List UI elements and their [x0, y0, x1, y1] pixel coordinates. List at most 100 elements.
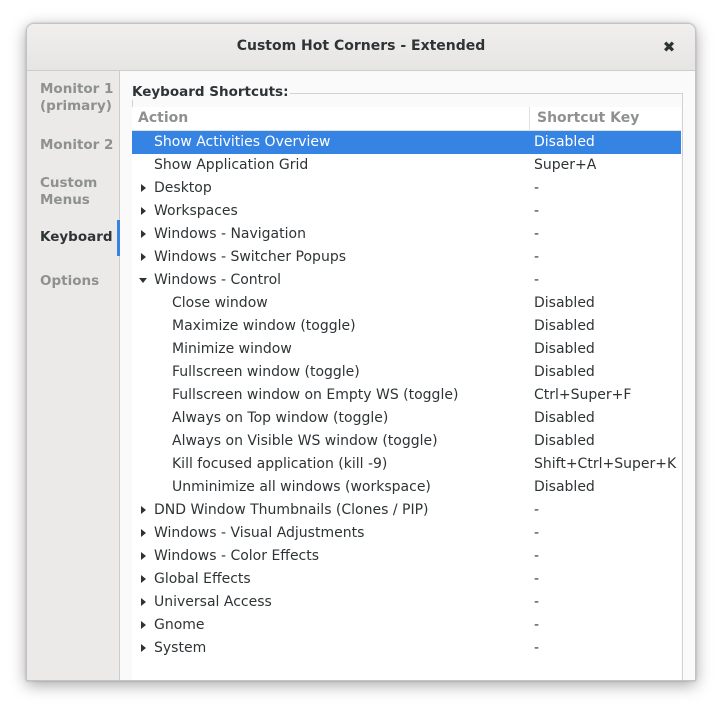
tree-row[interactable]: Kill focused application (kill -9) Shift+… [132, 453, 681, 476]
tree-row[interactable]: Windows - Navigation - [132, 223, 681, 246]
keyboard-page: Keyboard Shortcuts: Action Shortcut Key … [120, 71, 695, 680]
row-shortcut-key[interactable]: Disabled [534, 338, 595, 361]
close-icon[interactable]: ✖ [657, 35, 681, 59]
sidebar-item-monitor-2[interactable]: Monitor 2 [27, 137, 119, 154]
row-shortcut-key[interactable]: Disabled [534, 315, 595, 338]
tree-row[interactable]: Show Activities Overview Disabled [132, 131, 681, 154]
row-action-label: Show Application Grid [154, 157, 309, 173]
row-shortcut-key[interactable]: - [534, 499, 539, 522]
row-shortcut-key[interactable]: - [534, 223, 539, 246]
tree-row[interactable]: Windows - Control - [132, 269, 681, 292]
tree-row[interactable]: Workspaces - [132, 200, 681, 223]
row-shortcut-key[interactable]: Disabled [534, 476, 595, 499]
expander-collapsed-icon[interactable] [138, 499, 150, 522]
tree-row[interactable]: Global Effects - [132, 568, 681, 591]
expander-collapsed-icon[interactable] [138, 568, 150, 591]
row-action-label: Show Activities Overview [154, 134, 331, 150]
triangle-right-icon [141, 552, 146, 560]
row-action-label: Workspaces [154, 203, 238, 219]
expander-expanded-icon[interactable] [138, 269, 150, 292]
expander-collapsed-icon[interactable] [138, 200, 150, 223]
sidebar: Monitor 1 (primary) Monitor 2 Custom Men… [27, 71, 120, 680]
triangle-right-icon [141, 506, 146, 514]
row-action-label: Global Effects [154, 571, 251, 587]
row-action-label: Windows - Switcher Popups [154, 249, 347, 265]
sidebar-item-custom-menus[interactable]: Custom Menus [27, 175, 119, 209]
row-shortcut-key[interactable]: - [534, 269, 539, 292]
row-shortcut-key[interactable]: - [534, 614, 539, 637]
row-shortcut-key[interactable]: - [534, 177, 539, 200]
expander-collapsed-icon[interactable] [138, 591, 150, 614]
column-header-action[interactable]: Action [138, 110, 188, 126]
tree-row[interactable]: Fullscreen window on Empty WS (toggle) Ct… [132, 384, 681, 407]
row-shortcut-key[interactable]: Disabled [534, 361, 595, 384]
row-action-label: Desktop [154, 180, 212, 196]
tree-row[interactable]: Fullscreen window (toggle) Disabled [132, 361, 681, 384]
expander-collapsed-icon[interactable] [138, 637, 150, 660]
row-shortcut-key[interactable]: Ctrl+Super+F [534, 384, 631, 407]
row-shortcut-key[interactable]: - [534, 568, 539, 591]
tree-row[interactable]: Close window Disabled [132, 292, 681, 315]
sidebar-item-options[interactable]: Options [27, 273, 119, 290]
expander-collapsed-icon[interactable] [138, 177, 150, 200]
row-action-label: Always on Visible WS window (toggle) [172, 433, 438, 449]
tree-row[interactable]: Windows - Visual Adjustments - [132, 522, 681, 545]
tree-row[interactable]: DND Window Thumbnails (Clones / PIP) - [132, 499, 681, 522]
row-shortcut-key[interactable]: - [534, 246, 539, 269]
row-shortcut-key[interactable]: Super+A [534, 154, 596, 177]
row-action-label: Windows - Control [154, 272, 282, 288]
row-action-label: Windows - Visual Adjustments [154, 525, 365, 541]
tree-row[interactable]: Always on Visible WS window (toggle) Disa… [132, 430, 681, 453]
column-header-shortcut[interactable]: Shortcut Key [529, 107, 639, 130]
expander-collapsed-icon[interactable] [138, 223, 150, 246]
expander-collapsed-icon[interactable] [138, 614, 150, 637]
app-window: Custom Hot Corners - Extended ✖ Monitor … [26, 23, 696, 681]
title-bar[interactable]: Custom Hot Corners - Extended ✖ [27, 24, 695, 71]
row-shortcut-key[interactable]: Disabled [534, 430, 595, 453]
expander-collapsed-icon[interactable] [138, 246, 150, 269]
tree-row[interactable]: System - [132, 637, 681, 660]
tree-header: Action Shortcut Key [132, 107, 681, 131]
row-action-label: Minimize window [172, 341, 292, 357]
row-action-label: Gnome [154, 617, 205, 633]
row-action-label: Fullscreen window on Empty WS (toggle) [172, 387, 459, 403]
row-shortcut-key[interactable]: - [534, 545, 539, 568]
row-shortcut-key[interactable]: Shift+Ctrl+Super+K [534, 453, 676, 476]
tree-row[interactable]: Universal Access - [132, 591, 681, 614]
expander-collapsed-icon[interactable] [138, 522, 150, 545]
triangle-down-icon [139, 278, 147, 283]
row-shortcut-key[interactable]: Disabled [534, 131, 595, 154]
section-title: Keyboard Shortcuts: [132, 84, 291, 100]
row-action-label: Kill focused application (kill -9) [172, 456, 388, 472]
triangle-right-icon [141, 253, 146, 261]
row-action-label: Unminimize all windows (workspace) [172, 479, 431, 495]
tree-row[interactable]: Always on Top window (toggle) Disabled [132, 407, 681, 430]
row-action-label: DND Window Thumbnails (Clones / PIP) [154, 502, 429, 518]
triangle-right-icon [141, 207, 146, 215]
row-shortcut-key[interactable]: - [534, 637, 539, 660]
tree-row[interactable]: Unminimize all windows (workspace) Disabl… [132, 476, 681, 499]
row-shortcut-key[interactable]: - [534, 591, 539, 614]
tree-row[interactable]: Minimize window Disabled [132, 338, 681, 361]
tree-row[interactable]: Windows - Color Effects - [132, 545, 681, 568]
triangle-right-icon [141, 230, 146, 238]
sidebar-item-keyboard[interactable]: Keyboard [27, 220, 120, 256]
tree-row[interactable]: Gnome - [132, 614, 681, 637]
row-shortcut-key[interactable]: Disabled [534, 292, 595, 315]
triangle-right-icon [141, 644, 146, 652]
triangle-right-icon [141, 575, 146, 583]
row-action-label: Fullscreen window (toggle) [172, 364, 360, 380]
triangle-right-icon [141, 598, 146, 606]
expander-collapsed-icon[interactable] [138, 545, 150, 568]
tree-row[interactable]: Desktop - [132, 177, 681, 200]
row-shortcut-key[interactable]: Disabled [534, 407, 595, 430]
row-shortcut-key[interactable]: - [534, 522, 539, 545]
triangle-right-icon [141, 184, 146, 192]
tree-row[interactable]: Show Application Grid Super+A [132, 154, 681, 177]
tree-row[interactable]: Maximize window (toggle) Disabled [132, 315, 681, 338]
sidebar-item-monitor-1[interactable]: Monitor 1 (primary) [27, 81, 119, 115]
tree-row[interactable]: Windows - Switcher Popups - [132, 246, 681, 269]
row-shortcut-key[interactable]: - [534, 200, 539, 223]
row-action-label: Windows - Navigation [154, 226, 306, 242]
row-action-label: System [154, 640, 207, 656]
